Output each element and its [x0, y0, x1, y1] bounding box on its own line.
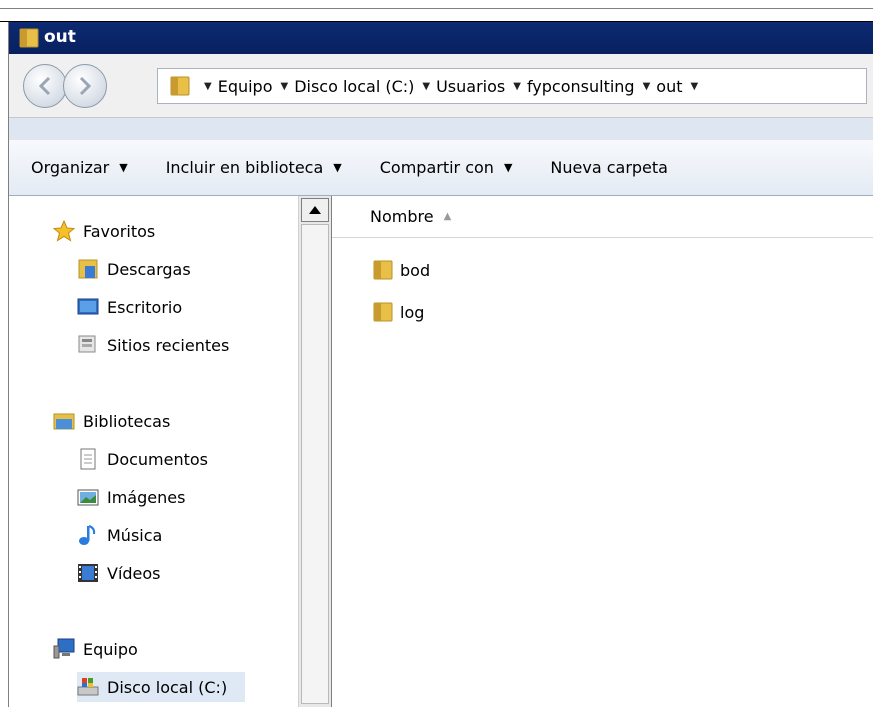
file-name: log: [400, 302, 425, 322]
back-button[interactable]: [23, 64, 67, 108]
folder-icon: [170, 76, 190, 96]
sidebar-item-computer[interactable]: Equipo: [53, 634, 138, 664]
nav-pane-scrollbar[interactable]: [298, 196, 332, 707]
star-icon: [53, 220, 75, 242]
breadcrumb-dropdown[interactable]: ▼: [690, 81, 704, 92]
file-name: bod: [400, 260, 431, 280]
sidebar-item-libraries[interactable]: Bibliotecas: [53, 406, 170, 436]
address-bar-area: ▼ Equipo ▼ Disco local (C:) ▼ Usuarios ▼ fyp…: [9, 54, 873, 148]
file-list: Nombre ▲ bod log: [332, 196, 873, 707]
arrow-right-icon: [79, 76, 92, 96]
folder-icon: [19, 28, 39, 48]
organize-button[interactable]: Organizar ▼: [31, 158, 128, 177]
libraries-icon: [53, 413, 75, 430]
sort-ascending-icon: ▲: [443, 211, 452, 222]
command-bar: Organizar ▼ Incluir en biblioteca ▼ Compar…: [9, 140, 873, 196]
pictures-icon: [77, 489, 99, 506]
sidebar-item-local-disk[interactable]: Disco local (C:): [77, 672, 246, 702]
sidebar-item-music[interactable]: Música: [77, 520, 162, 550]
computer-icon: [53, 638, 75, 659]
title-bar[interactable]: out: [9, 22, 873, 54]
scroll-up-button[interactable]: [301, 198, 329, 222]
chevron-down-icon: ▼: [513, 80, 521, 92]
chevron-down-icon: ▼: [333, 161, 342, 174]
column-header-name[interactable]: Nombre ▲: [332, 196, 873, 238]
chevron-down-icon: ▼: [690, 80, 699, 92]
breadcrumb-item[interactable]: ▼ Usuarios: [422, 77, 505, 96]
list-item[interactable]: log: [372, 298, 424, 326]
sidebar-item-recent-places[interactable]: Sitios recientes: [77, 330, 229, 360]
explorer-window: out ▼ Equipo ▼ Disco local (C:) ▼ Usuarios …: [8, 22, 873, 707]
include-library-button[interactable]: Incluir en biblioteca ▼: [166, 158, 342, 177]
recent-places-icon: [78, 335, 96, 353]
chevron-down-icon: ▼: [642, 80, 651, 92]
chevron-down-icon: ▼: [422, 80, 431, 92]
new-folder-button[interactable]: Nueva carpeta: [550, 158, 668, 177]
music-icon: [79, 525, 96, 545]
sidebar-item-downloads[interactable]: Descargas: [77, 254, 191, 284]
chevron-down-icon: ▼: [280, 80, 289, 92]
list-item[interactable]: bod: [372, 256, 430, 284]
breadcrumb-item[interactable]: ▼ Disco local (C:): [281, 77, 415, 96]
outer-frame: [0, 0, 873, 22]
forward-button[interactable]: [63, 64, 107, 108]
documents-icon: [80, 448, 96, 470]
scroll-thumb[interactable]: [301, 224, 329, 704]
sidebar-item-videos[interactable]: Vídeos: [77, 558, 161, 588]
breadcrumb[interactable]: ▼ Equipo ▼ Disco local (C:) ▼ Usuarios ▼ fyp…: [157, 68, 867, 104]
share-with-button[interactable]: Compartir con ▼: [380, 158, 513, 177]
sidebar-item-documents[interactable]: Documentos: [77, 444, 208, 474]
breadcrumb-item[interactable]: ▼ Equipo: [204, 77, 273, 96]
window-title: out: [44, 27, 76, 47]
sidebar-item-favorites[interactable]: Favoritos: [53, 216, 155, 246]
folder-icon: [373, 302, 393, 322]
desktop-icon: [77, 298, 99, 315]
arrow-left-icon: [38, 76, 51, 96]
folder-icon: [373, 260, 393, 280]
triangle-up-icon: [309, 206, 321, 214]
videos-icon: [78, 564, 98, 582]
hard-drive-icon: [77, 678, 99, 696]
chevron-down-icon: ▼: [503, 161, 513, 174]
sidebar-item-pictures[interactable]: Imágenes: [77, 482, 185, 512]
downloads-folder-icon: [78, 259, 98, 279]
chevron-down-icon: ▼: [119, 161, 128, 174]
breadcrumb-item[interactable]: ▼ fypconsulting: [513, 77, 634, 96]
navigation-pane: Favoritos Descargas Escritorio Sitios re…: [9, 196, 298, 707]
breadcrumb-item[interactable]: ▼ out: [643, 77, 683, 96]
sidebar-item-desktop[interactable]: Escritorio: [77, 292, 182, 322]
chevron-down-icon: ▼: [204, 80, 212, 92]
